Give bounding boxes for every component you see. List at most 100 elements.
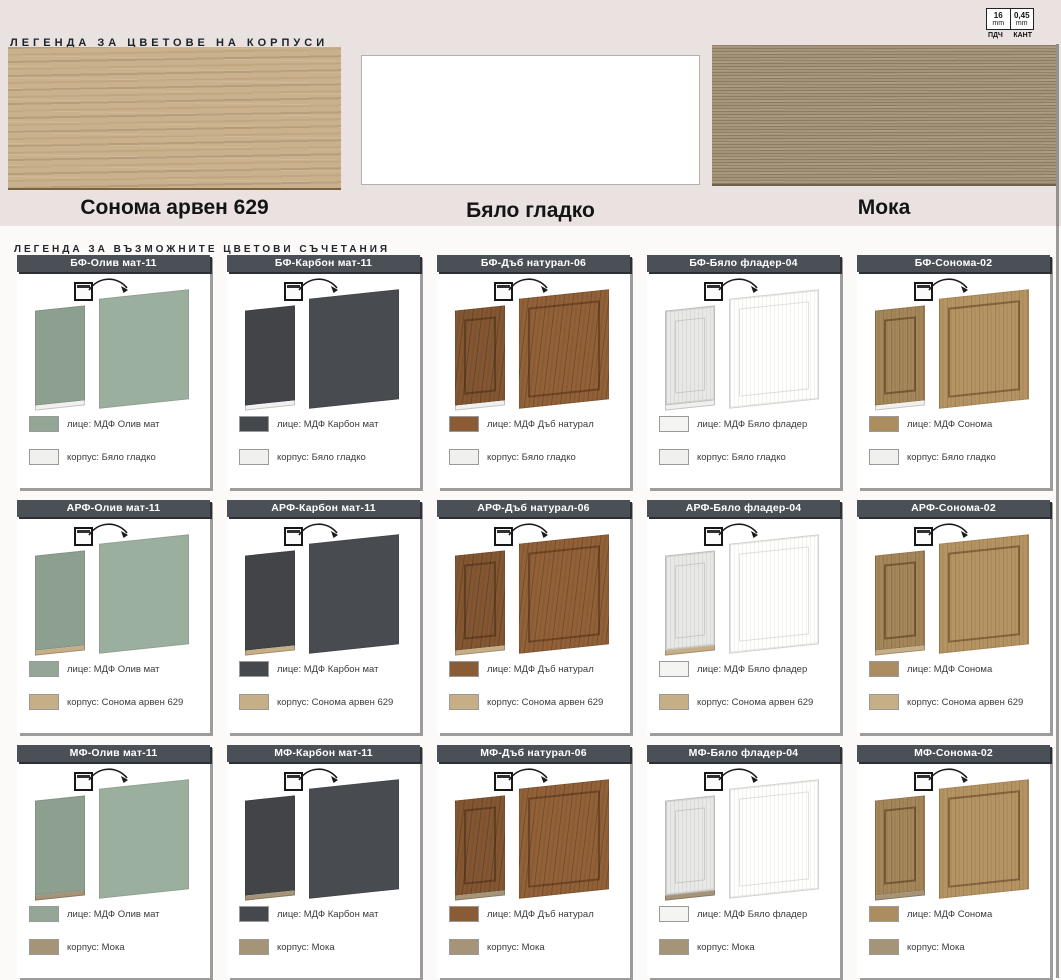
body-legend-row: корпус: Мока: [659, 938, 834, 956]
rotate-arrow-icon: [297, 764, 341, 788]
face-label: лице: МДФ Бяло фладер: [697, 664, 807, 675]
body-color-chip: [449, 939, 479, 955]
face-label: лице: МДФ Дъб натурал: [487, 419, 594, 430]
rotate-arrow-icon: [927, 519, 971, 543]
combination-card-title: МФ-Бяло фладер-04: [647, 745, 840, 762]
combination-card: БФ-Олив мат-11 лице: МДФ Олив мат корпус…: [17, 255, 210, 488]
door-panel-left: [245, 795, 295, 895]
board-material-label: ПДЧ: [988, 32, 1003, 39]
combination-card-title: МФ-Сонома-02: [857, 745, 1050, 762]
face-legend-row: лице: МДФ Олив мат: [29, 905, 204, 923]
combination-card: МФ-Сонома-02 лице: МДФ Сонома корпус: Мо…: [857, 745, 1050, 978]
edge-thickness-value: 0,45: [1011, 11, 1034, 20]
body-color-chip: [659, 449, 689, 465]
face-label: лице: МДФ Карбон мат: [277, 419, 378, 430]
face-color-chip: [29, 661, 59, 677]
body-legend-row: корпус: Мока: [239, 938, 414, 956]
door-frame-profile: [884, 561, 916, 639]
body-label: корпус: Сонома арвен 629: [487, 697, 603, 708]
combination-card: МФ-Дъб натурал-06 лице: МДФ Дъб натурал …: [437, 745, 630, 978]
body-legend-row: корпус: Сонома арвен 629: [869, 693, 1044, 711]
combination-card-title: МФ-Карбон мат-11: [227, 745, 420, 762]
catalog-page: ЛЕГЕНДА ЗА ЦВЕТОВЕ НА КОРПУСИ 16 mm 0,45…: [0, 0, 1061, 980]
door-panel-right: [729, 534, 819, 653]
rotate-arrow-icon: [507, 519, 551, 543]
face-color-chip: [869, 416, 899, 432]
door-panel-right: [99, 534, 189, 653]
face-legend-row: лице: МДФ Карбон мат: [239, 905, 414, 923]
body-legend-row: корпус: Бяло гладко: [449, 448, 624, 466]
door-panel-right: [309, 289, 399, 408]
body-label: корпус: Бяло гладко: [277, 452, 366, 463]
corpus-swatch-name: Мока: [712, 196, 1056, 220]
face-label: лице: МДФ Сонома: [907, 909, 992, 920]
door-frame-profile: [464, 806, 496, 884]
face-color-chip: [449, 416, 479, 432]
body-legend-row: корпус: Мока: [869, 938, 1044, 956]
face-label: лице: МДФ Олив мат: [67, 419, 160, 430]
face-legend-row: лице: МДФ Олив мат: [29, 415, 204, 433]
combination-card: БФ-Карбон мат-11 лице: МДФ Карбон мат ко…: [227, 255, 420, 488]
door-panel-left: [875, 795, 925, 895]
combinations-legend-title: ЛЕГЕНДА ЗА ВЪЗМОЖНИТЕ ЦВЕТОВИ СЪЧЕТАНИЯ: [14, 244, 390, 255]
door-panel-left: [665, 795, 715, 895]
body-color-chip: [659, 939, 689, 955]
body-legend-row: корпус: Сонома арвен 629: [239, 693, 414, 711]
face-legend-row: лице: МДФ Бяло фладер: [659, 905, 834, 923]
face-legend-row: лице: МДФ Олив мат: [29, 660, 204, 678]
door-panel-left: [245, 305, 295, 405]
door-panel-left: [875, 550, 925, 650]
face-color-chip: [449, 661, 479, 677]
rotate-arrow-icon: [717, 764, 761, 788]
face-label: лице: МДФ Дъб натурал: [487, 664, 594, 675]
body-legend-row: корпус: Мока: [29, 938, 204, 956]
face-legend-row: лице: МДФ Сонома: [869, 415, 1044, 433]
door-preview: [437, 272, 630, 417]
door-preview: [857, 762, 1050, 907]
door-frame-profile: [675, 562, 705, 638]
body-color-chip: [29, 939, 59, 955]
door-frame-profile: [528, 790, 600, 888]
face-legend-row: лице: МДФ Сонома: [869, 905, 1044, 923]
board-thickness-value: 16: [987, 11, 1010, 20]
door-frame-profile: [948, 790, 1020, 888]
face-color-chip: [659, 661, 689, 677]
door-panel-right: [729, 779, 819, 898]
combination-card-title: АРФ-Сонома-02: [857, 500, 1050, 517]
body-label: корпус: Мока: [697, 942, 755, 953]
face-label: лице: МДФ Сонома: [907, 419, 992, 430]
face-color-chip: [29, 416, 59, 432]
face-legend-row: лице: МДФ Сонома: [869, 660, 1044, 678]
edge-thickness-unit: mm: [1011, 20, 1034, 28]
combination-card: БФ-Бяло фладер-04 лице: МДФ Бяло фладер …: [647, 255, 840, 488]
face-color-chip: [449, 906, 479, 922]
combination-card-title: АРФ-Карбон мат-11: [227, 500, 420, 517]
body-color-chip: [239, 939, 269, 955]
corpus-swatch-block-moka: Мока: [712, 45, 1056, 220]
corpus-swatch-block-white: Бяло гладко: [361, 55, 700, 223]
door-preview: [17, 517, 210, 662]
door-panel-left: [35, 305, 85, 405]
door-preview: [857, 272, 1050, 417]
body-color-chip: [29, 694, 59, 710]
combination-card: АРФ-Сонома-02 лице: МДФ Сонома корпус: С…: [857, 500, 1050, 733]
combination-card: АРФ-Дъб натурал-06 лице: МДФ Дъб натурал…: [437, 500, 630, 733]
body-legend-row: корпус: Бяло гладко: [29, 448, 204, 466]
door-panel-right: [939, 534, 1029, 653]
door-frame-profile: [739, 791, 809, 886]
face-legend-row: лице: МДФ Бяло фладер: [659, 415, 834, 433]
face-color-chip: [659, 906, 689, 922]
face-color-chip: [659, 416, 689, 432]
body-color-chip: [449, 694, 479, 710]
door-preview: [227, 762, 420, 907]
edge-thickness-cell: 0,45 mm: [1010, 9, 1034, 29]
body-legend-row: корпус: Мока: [449, 938, 624, 956]
body-color-chip: [239, 694, 269, 710]
body-legend-row: корпус: Бяло гладко: [659, 448, 834, 466]
door-panel-left: [665, 550, 715, 650]
face-legend-row: лице: МДФ Дъб натурал: [449, 905, 624, 923]
door-panel-right: [99, 779, 189, 898]
rotate-arrow-icon: [927, 274, 971, 298]
board-thickness-unit: mm: [987, 20, 1010, 28]
body-label: корпус: Бяло гладко: [697, 452, 786, 463]
